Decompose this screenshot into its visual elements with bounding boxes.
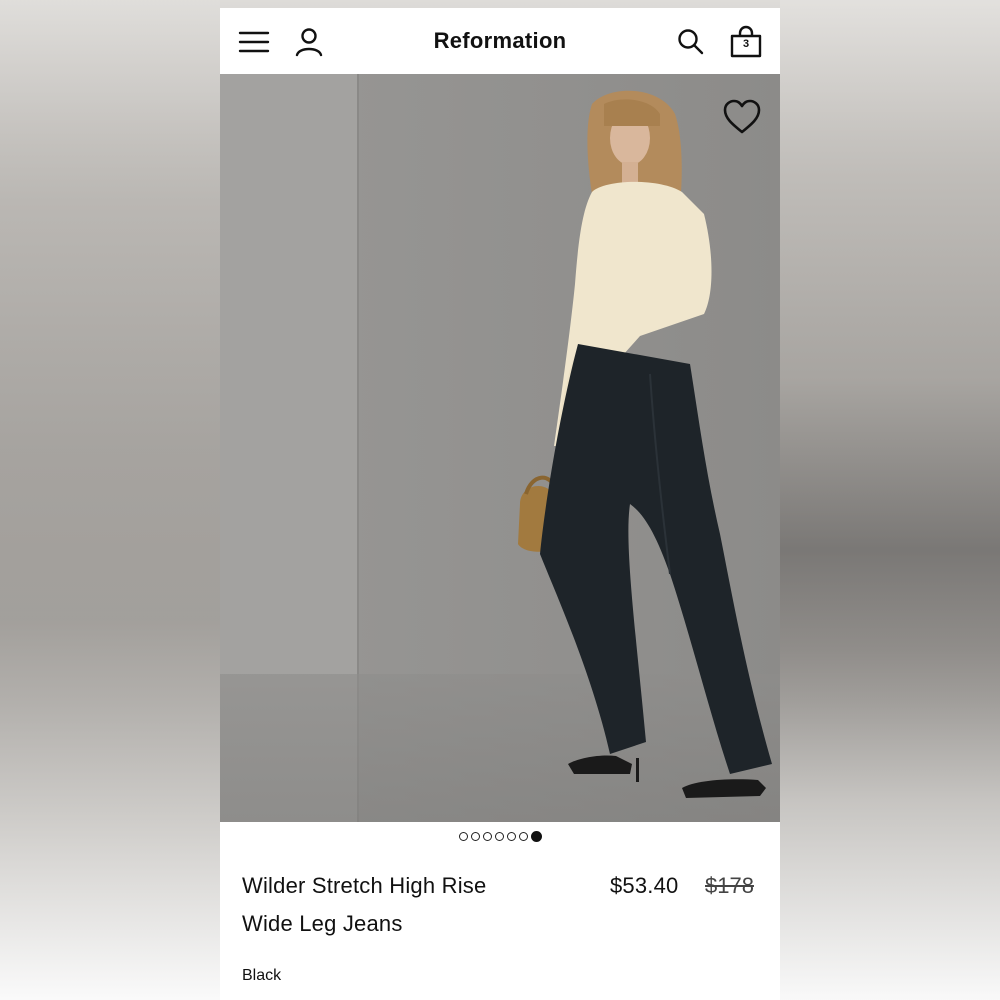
brand-logo[interactable]: Reformation xyxy=(350,28,650,54)
carousel-dot-active[interactable] xyxy=(530,831,542,842)
product-image[interactable] xyxy=(220,74,780,822)
product-title: Wilder Stretch High Rise Wide Leg Jeans xyxy=(242,867,572,943)
carousel-dot[interactable] xyxy=(458,832,468,841)
product-title-line-1: Wilder Stretch High Rise xyxy=(242,873,487,898)
carousel-dot[interactable] xyxy=(470,832,480,841)
product-title-line-2: Wide Leg Jeans xyxy=(242,911,403,936)
account-icon[interactable] xyxy=(292,25,326,59)
shopping-bag-icon[interactable]: 3 xyxy=(729,25,763,59)
wishlist-heart-icon[interactable] xyxy=(722,98,762,138)
top-nav-bar: Reformation 3 xyxy=(220,8,780,74)
carousel-dot[interactable] xyxy=(482,832,492,841)
sale-price: $53.40 xyxy=(610,873,679,898)
carousel-dot[interactable] xyxy=(494,832,504,841)
color-name: Black xyxy=(242,967,282,984)
original-price: $178 xyxy=(705,873,754,898)
menu-icon[interactable] xyxy=(237,25,271,59)
image-carousel-dots xyxy=(220,831,780,846)
search-icon[interactable] xyxy=(674,25,708,59)
carousel-dot[interactable] xyxy=(506,832,516,841)
bag-count-badge: 3 xyxy=(742,38,750,50)
model-photo xyxy=(220,74,780,822)
carousel-dot[interactable] xyxy=(518,832,528,841)
product-page: Reformation 3 Wilder Stretch High Rise W… xyxy=(220,8,780,1000)
